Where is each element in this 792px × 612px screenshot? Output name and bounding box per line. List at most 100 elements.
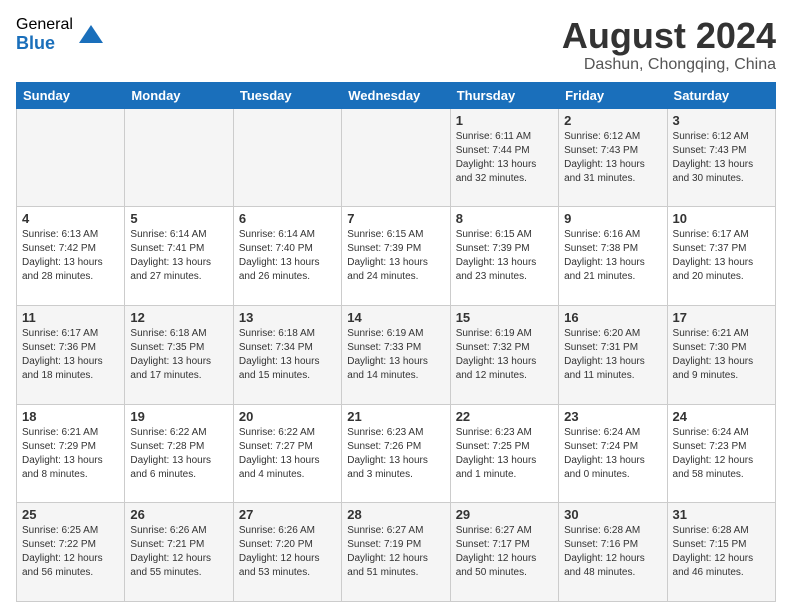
logo-blue: Blue	[16, 34, 73, 54]
day-number: 10	[673, 211, 770, 226]
day-number: 8	[456, 211, 553, 226]
day-number: 4	[22, 211, 119, 226]
logo: General Blue	[16, 16, 105, 53]
month-title: August 2024	[562, 16, 776, 56]
day-info: Sunrise: 6:28 AM Sunset: 7:15 PM Dayligh…	[673, 524, 770, 580]
table-row: 25 Sunrise: 6:25 AM Sunset: 7:22 PM Dayli…	[17, 503, 125, 602]
table-row: 7 Sunrise: 6:15 AM Sunset: 7:39 PM Daylig…	[342, 207, 450, 306]
table-row: 17 Sunrise: 6:21 AM Sunset: 7:30 PM Dayli…	[667, 305, 775, 404]
day-info: Sunrise: 6:20 AM Sunset: 7:31 PM Dayligh…	[564, 327, 661, 383]
table-row: 19 Sunrise: 6:22 AM Sunset: 7:28 PM Dayli…	[125, 404, 233, 503]
table-row	[342, 108, 450, 207]
table-row: 10 Sunrise: 6:17 AM Sunset: 7:37 PM Dayli…	[667, 207, 775, 306]
calendar-week-row: 11 Sunrise: 6:17 AM Sunset: 7:36 PM Dayli…	[17, 305, 776, 404]
col-thursday: Thursday	[450, 82, 558, 108]
day-info: Sunrise: 6:27 AM Sunset: 7:17 PM Dayligh…	[456, 524, 553, 580]
logo-icon	[77, 21, 105, 49]
day-number: 16	[564, 310, 661, 325]
day-number: 9	[564, 211, 661, 226]
table-row: 12Sunrise: 6:18 AM Sunset: 7:35 PM Dayli…	[125, 305, 233, 404]
day-info: Sunrise: 6:21 AM Sunset: 7:29 PM Dayligh…	[22, 426, 119, 482]
table-row: 20 Sunrise: 6:22 AM Sunset: 7:27 PM Dayli…	[233, 404, 341, 503]
day-number: 3	[673, 113, 770, 128]
table-row: 13Sunrise: 6:18 AM Sunset: 7:34 PM Dayli…	[233, 305, 341, 404]
page: General Blue August 2024 Dashun, Chongqi…	[0, 0, 792, 612]
table-row: 5Sunrise: 6:14 AM Sunset: 7:41 PM Daylig…	[125, 207, 233, 306]
day-number: 26	[130, 507, 227, 522]
day-info: Sunrise: 6:24 AM Sunset: 7:23 PM Dayligh…	[673, 426, 770, 482]
table-row: 11 Sunrise: 6:17 AM Sunset: 7:36 PM Dayli…	[17, 305, 125, 404]
table-row	[233, 108, 341, 207]
table-row: 3 Sunrise: 6:12 AM Sunset: 7:43 PM Daylig…	[667, 108, 775, 207]
day-info: Sunrise: 6:28 AM Sunset: 7:16 PM Dayligh…	[564, 524, 661, 580]
day-number: 17	[673, 310, 770, 325]
day-number: 24	[673, 409, 770, 424]
day-number: 15	[456, 310, 553, 325]
day-info: Sunrise: 6:14 AM Sunset: 7:41 PM Dayligh…	[130, 228, 227, 284]
day-number: 11	[22, 310, 119, 325]
table-row: 23Sunrise: 6:24 AM Sunset: 7:24 PM Dayli…	[559, 404, 667, 503]
table-row: 8 Sunrise: 6:15 AM Sunset: 7:39 PM Daylig…	[450, 207, 558, 306]
day-info: Sunrise: 6:14 AM Sunset: 7:40 PM Dayligh…	[239, 228, 336, 284]
day-number: 28	[347, 507, 444, 522]
day-info: Sunrise: 6:23 AM Sunset: 7:26 PM Dayligh…	[347, 426, 444, 482]
table-row: 22 Sunrise: 6:23 AM Sunset: 7:25 PM Dayli…	[450, 404, 558, 503]
day-info: Sunrise: 6:25 AM Sunset: 7:22 PM Dayligh…	[22, 524, 119, 580]
day-info: Sunrise: 6:22 AM Sunset: 7:27 PM Dayligh…	[239, 426, 336, 482]
day-info: Sunrise: 6:12 AM Sunset: 7:43 PM Dayligh…	[564, 130, 661, 186]
day-info: Sunrise: 6:27 AM Sunset: 7:19 PM Dayligh…	[347, 524, 444, 580]
day-number: 20	[239, 409, 336, 424]
day-number: 7	[347, 211, 444, 226]
col-sunday: Sunday	[17, 82, 125, 108]
day-info: Sunrise: 6:26 AM Sunset: 7:21 PM Dayligh…	[130, 524, 227, 580]
calendar-week-row: 18Sunrise: 6:21 AM Sunset: 7:29 PM Dayli…	[17, 404, 776, 503]
logo-text: General Blue	[16, 16, 73, 53]
calendar-week-row: 25 Sunrise: 6:25 AM Sunset: 7:22 PM Dayli…	[17, 503, 776, 602]
col-friday: Friday	[559, 82, 667, 108]
table-row: 16 Sunrise: 6:20 AM Sunset: 7:31 PM Dayli…	[559, 305, 667, 404]
day-info: Sunrise: 6:13 AM Sunset: 7:42 PM Dayligh…	[22, 228, 119, 284]
day-number: 25	[22, 507, 119, 522]
day-info: Sunrise: 6:11 AM Sunset: 7:44 PM Dayligh…	[456, 130, 553, 186]
day-number: 27	[239, 507, 336, 522]
day-info: Sunrise: 6:19 AM Sunset: 7:32 PM Dayligh…	[456, 327, 553, 383]
day-info: Sunrise: 6:16 AM Sunset: 7:38 PM Dayligh…	[564, 228, 661, 284]
table-row: 14 Sunrise: 6:19 AM Sunset: 7:33 PM Dayli…	[342, 305, 450, 404]
day-number: 13	[239, 310, 336, 325]
table-row: 9 Sunrise: 6:16 AM Sunset: 7:38 PM Daylig…	[559, 207, 667, 306]
calendar-table: Sunday Monday Tuesday Wednesday Thursday…	[16, 82, 776, 602]
table-row: 27Sunrise: 6:26 AM Sunset: 7:20 PM Dayli…	[233, 503, 341, 602]
table-row: 26 Sunrise: 6:26 AM Sunset: 7:21 PM Dayli…	[125, 503, 233, 602]
day-info: Sunrise: 6:12 AM Sunset: 7:43 PM Dayligh…	[673, 130, 770, 186]
table-row: 15 Sunrise: 6:19 AM Sunset: 7:32 PM Dayli…	[450, 305, 558, 404]
day-number: 22	[456, 409, 553, 424]
day-number: 31	[673, 507, 770, 522]
table-row: 4 Sunrise: 6:13 AM Sunset: 7:42 PM Daylig…	[17, 207, 125, 306]
table-row: 6Sunrise: 6:14 AM Sunset: 7:40 PM Daylig…	[233, 207, 341, 306]
table-row	[125, 108, 233, 207]
day-info: Sunrise: 6:17 AM Sunset: 7:37 PM Dayligh…	[673, 228, 770, 284]
day-info: Sunrise: 6:24 AM Sunset: 7:24 PM Dayligh…	[564, 426, 661, 482]
col-saturday: Saturday	[667, 82, 775, 108]
table-row: 24 Sunrise: 6:24 AM Sunset: 7:23 PM Dayli…	[667, 404, 775, 503]
calendar-week-row: 4 Sunrise: 6:13 AM Sunset: 7:42 PM Daylig…	[17, 207, 776, 306]
day-info: Sunrise: 6:21 AM Sunset: 7:30 PM Dayligh…	[673, 327, 770, 383]
day-info: Sunrise: 6:15 AM Sunset: 7:39 PM Dayligh…	[456, 228, 553, 284]
table-row: 2Sunrise: 6:12 AM Sunset: 7:43 PM Daylig…	[559, 108, 667, 207]
table-row: 31 Sunrise: 6:28 AM Sunset: 7:15 PM Dayli…	[667, 503, 775, 602]
table-row: 28 Sunrise: 6:27 AM Sunset: 7:19 PM Dayli…	[342, 503, 450, 602]
day-number: 14	[347, 310, 444, 325]
table-row: 1Sunrise: 6:11 AM Sunset: 7:44 PM Daylig…	[450, 108, 558, 207]
table-row: 18Sunrise: 6:21 AM Sunset: 7:29 PM Dayli…	[17, 404, 125, 503]
day-info: Sunrise: 6:19 AM Sunset: 7:33 PM Dayligh…	[347, 327, 444, 383]
location: Dashun, Chongqing, China	[562, 56, 776, 74]
col-monday: Monday	[125, 82, 233, 108]
col-wednesday: Wednesday	[342, 82, 450, 108]
day-info: Sunrise: 6:15 AM Sunset: 7:39 PM Dayligh…	[347, 228, 444, 284]
table-row	[17, 108, 125, 207]
day-number: 19	[130, 409, 227, 424]
day-info: Sunrise: 6:22 AM Sunset: 7:28 PM Dayligh…	[130, 426, 227, 482]
day-info: Sunrise: 6:23 AM Sunset: 7:25 PM Dayligh…	[456, 426, 553, 482]
day-info: Sunrise: 6:17 AM Sunset: 7:36 PM Dayligh…	[22, 327, 119, 383]
table-row: 30Sunrise: 6:28 AM Sunset: 7:16 PM Dayli…	[559, 503, 667, 602]
